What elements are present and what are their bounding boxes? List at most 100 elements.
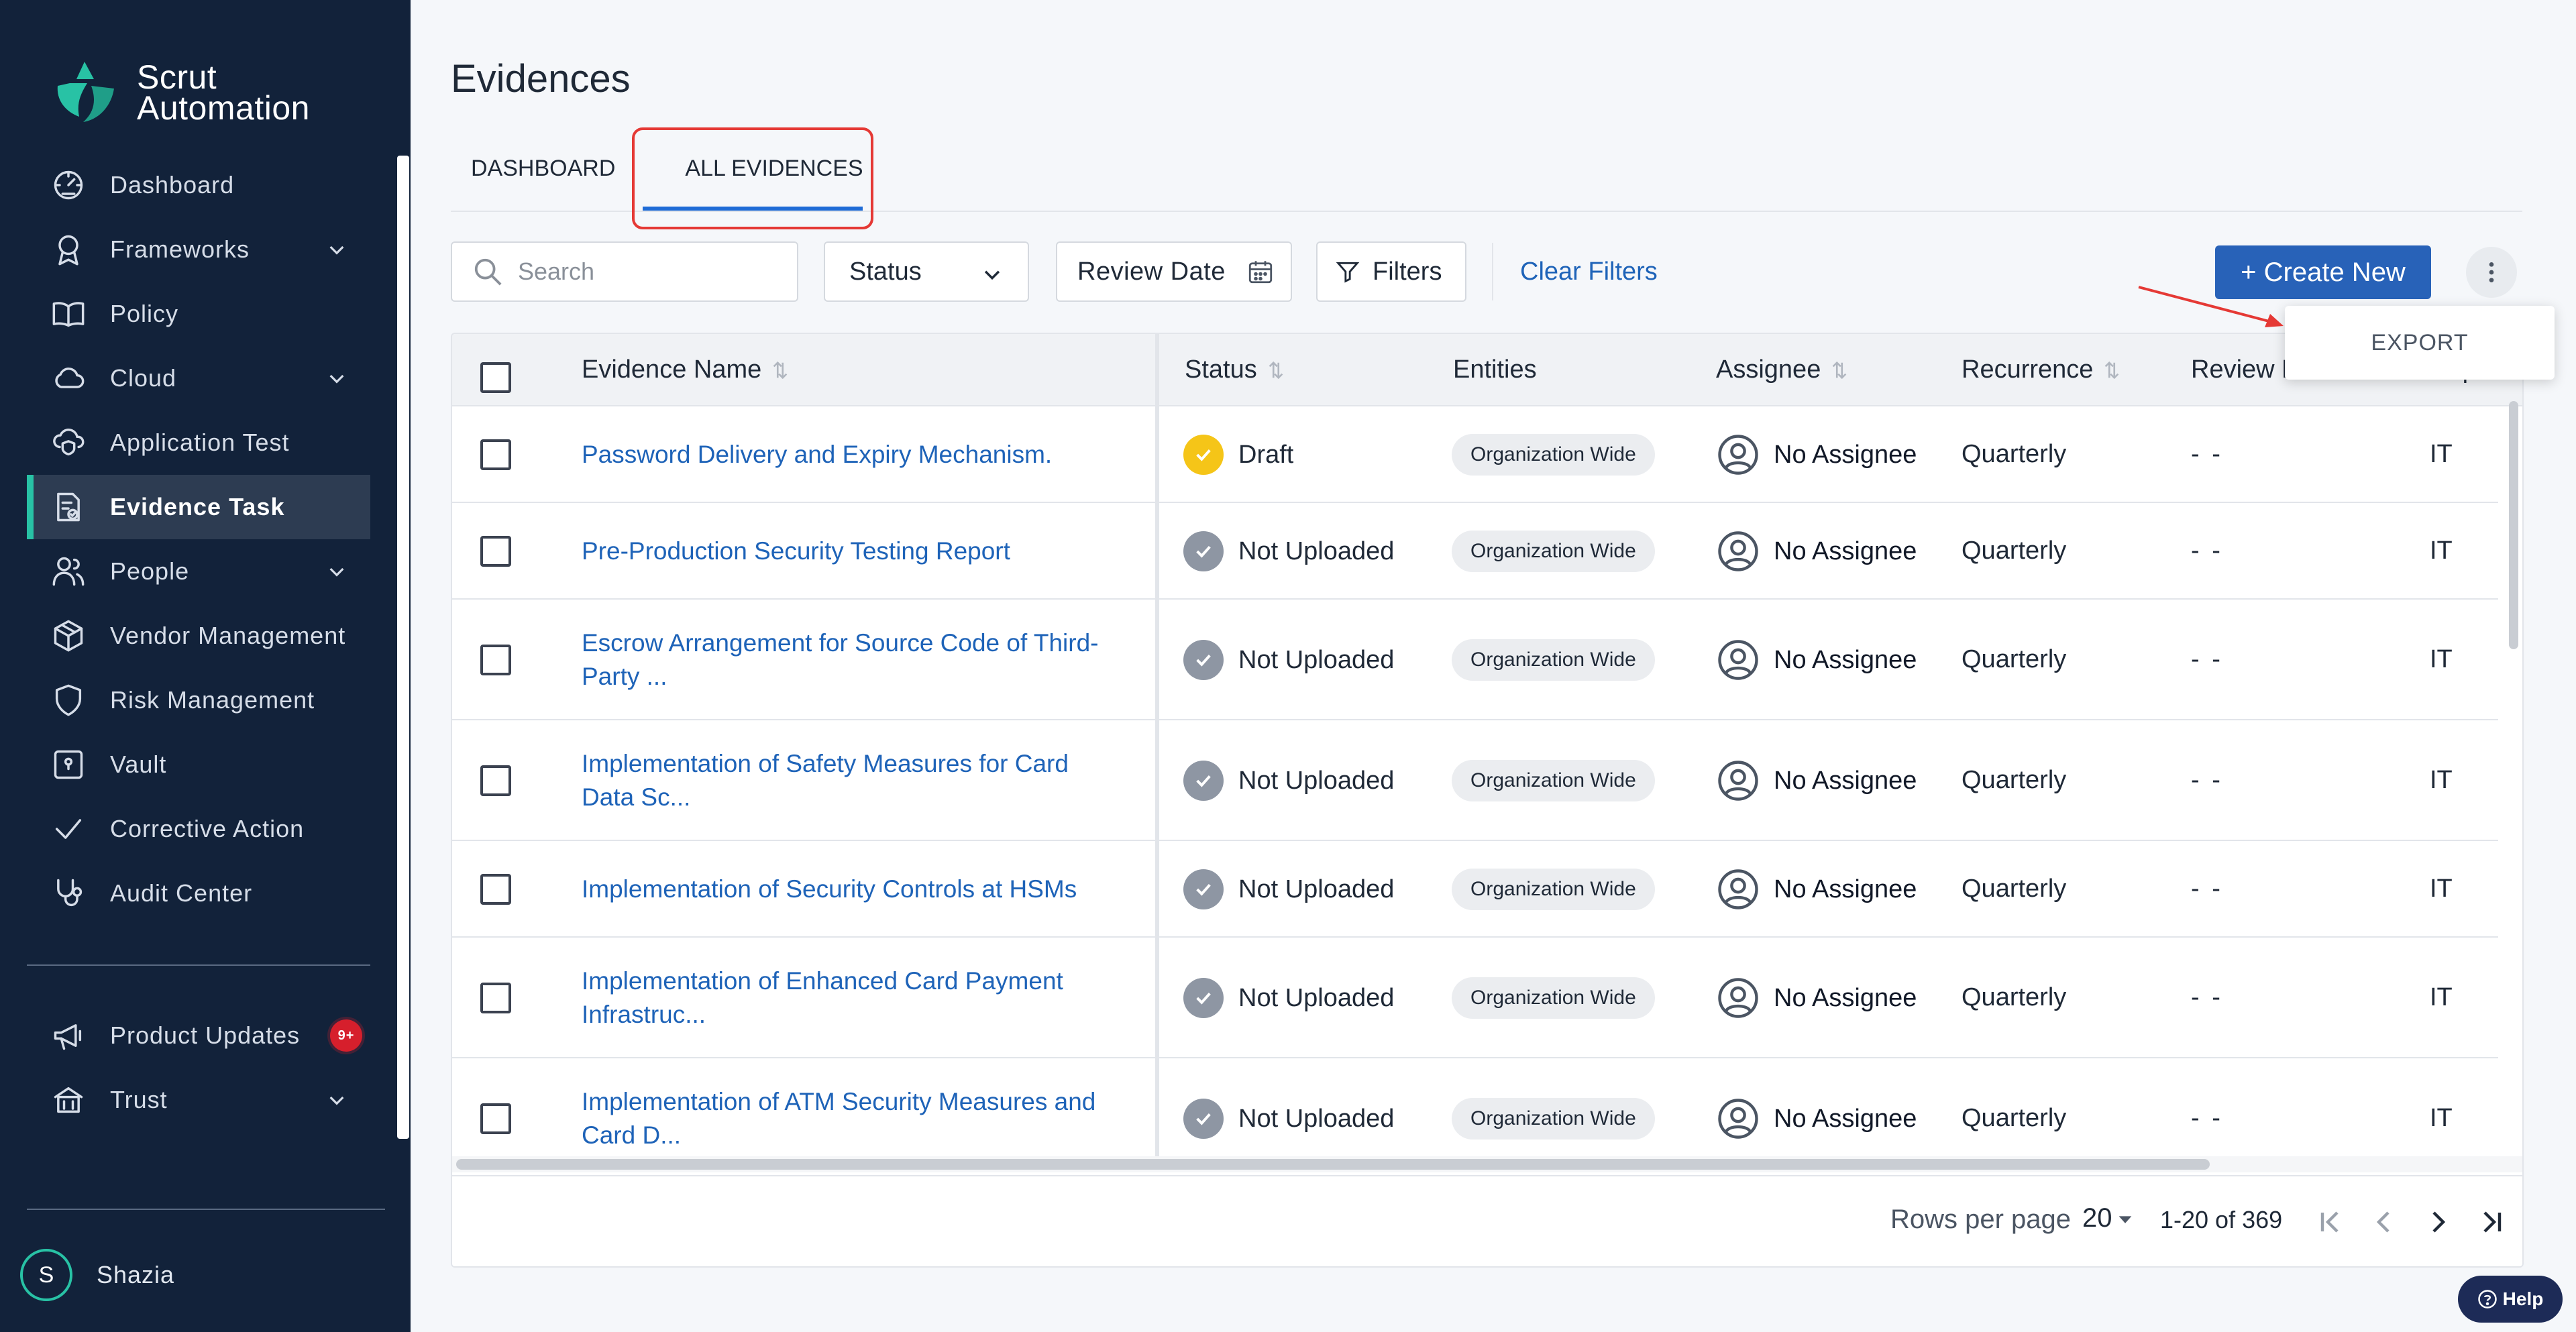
row-checkbox[interactable] bbox=[480, 983, 511, 1013]
evidence-name-link[interactable]: Implementation of Safety Measures for Ca… bbox=[582, 747, 1118, 814]
sidebar-item-label: Vault bbox=[110, 751, 167, 778]
review-date-cell: - - bbox=[2191, 875, 2223, 903]
first-page-icon[interactable] bbox=[2314, 1206, 2347, 1238]
table-row[interactable]: Password Delivery and Expiry Mechanism. D… bbox=[452, 406, 2498, 503]
assignee-cell[interactable]: No Assignee bbox=[1716, 759, 1917, 803]
sidebar-item-vault[interactable]: Vault bbox=[27, 732, 370, 797]
filters-button[interactable]: Filters bbox=[1316, 241, 1466, 302]
row-checkbox[interactable] bbox=[480, 536, 511, 567]
sidebar-item-frameworks[interactable]: Frameworks bbox=[27, 217, 370, 282]
megaphone-icon-wrapper bbox=[51, 1018, 86, 1053]
table-row[interactable]: Escrow Arrangement for Source Code of Th… bbox=[452, 600, 2498, 720]
open-book-icon-wrapper bbox=[51, 296, 86, 331]
row-checkbox[interactable] bbox=[480, 1103, 511, 1134]
cloud-icon bbox=[55, 368, 85, 388]
column-header-recurrence[interactable]: Recurrence bbox=[1962, 355, 2120, 384]
assignee-cell[interactable]: No Assignee bbox=[1716, 638, 1917, 682]
evidence-name-link[interactable]: Escrow Arrangement for Source Code of Th… bbox=[582, 626, 1118, 693]
search-box[interactable] bbox=[451, 241, 798, 302]
assignee-cell[interactable]: No Assignee bbox=[1716, 867, 1917, 911]
pinned-column-divider bbox=[1155, 334, 1159, 1156]
column-header-status[interactable]: Status bbox=[1185, 355, 1284, 384]
filter-funnel-icon bbox=[1336, 262, 1360, 283]
pagination-bar: Rows per page 20 1-20 of 369 bbox=[452, 1175, 2522, 1266]
people-icon-wrapper bbox=[51, 554, 86, 589]
sidebar-item-trust[interactable]: Trust bbox=[27, 1068, 370, 1132]
column-header-label: Entities bbox=[1453, 355, 1537, 384]
status-cell: Not Uploaded bbox=[1183, 640, 1394, 680]
department-cell: IT bbox=[2430, 440, 2453, 468]
annotation-arrow-icon bbox=[2138, 286, 2284, 327]
brand-logo[interactable]: Scrut Automation bbox=[50, 59, 310, 126]
assignee-cell[interactable]: No Assignee bbox=[1716, 976, 1917, 1020]
check-icon bbox=[1196, 775, 1211, 787]
sidebar-item-label: Product Updates bbox=[110, 1021, 301, 1049]
table-vertical-scrollbar[interactable] bbox=[2509, 401, 2518, 649]
row-checkbox[interactable] bbox=[480, 645, 511, 675]
sidebar-item-dashboard[interactable]: Dashboard bbox=[27, 153, 370, 217]
column-header-label: Assignee bbox=[1716, 355, 1821, 384]
assignee-cell[interactable]: No Assignee bbox=[1716, 529, 1917, 573]
evidence-name-link[interactable]: Implementation of Security Controls at H… bbox=[582, 873, 1118, 906]
sidebar-scrollbar[interactable] bbox=[397, 156, 409, 1139]
sidebar-item-corrective-action[interactable]: Corrective Action bbox=[27, 797, 370, 861]
evidence-name-link[interactable]: Implementation of Enhanced Card Payment … bbox=[582, 964, 1118, 1032]
sidebar-item-risk-management[interactable]: Risk Management bbox=[27, 668, 370, 732]
user-profile[interactable]: S Shazia bbox=[20, 1249, 174, 1301]
row-checkbox[interactable] bbox=[480, 765, 511, 796]
next-page-icon[interactable] bbox=[2422, 1206, 2454, 1238]
select-all-checkbox[interactable] bbox=[480, 362, 511, 393]
caret-down-icon[interactable] bbox=[2116, 1210, 2135, 1229]
user-circle-icon bbox=[1718, 531, 1758, 571]
recurrence-cell: Quarterly bbox=[1962, 983, 2067, 1011]
sidebar-item-product-updates[interactable]: Product Updates 9+ bbox=[27, 1003, 370, 1068]
tab-dashboard[interactable]: DASHBOARD bbox=[471, 156, 615, 182]
previous-page-icon[interactable] bbox=[2368, 1206, 2400, 1238]
table-horizontal-scrollbar[interactable] bbox=[456, 1159, 2210, 1170]
dashboard-gauge-icon-wrapper bbox=[51, 168, 86, 203]
sidebar-item-audit-center[interactable]: Audit Center bbox=[27, 861, 370, 926]
page-title: Evidences bbox=[451, 57, 631, 101]
export-menu-item[interactable]: EXPORT bbox=[2371, 330, 2468, 356]
table-row[interactable]: Pre-Production Security Testing Report No… bbox=[452, 503, 2498, 600]
evidence-name-link[interactable]: Implementation of ATM Security Measures … bbox=[582, 1085, 1118, 1152]
row-checkbox[interactable] bbox=[480, 439, 511, 470]
sidebar-item-people[interactable]: People bbox=[27, 539, 370, 604]
search-input[interactable] bbox=[518, 258, 786, 286]
sidebar-item-evidence-task[interactable]: Evidence Task bbox=[27, 475, 370, 539]
sidebar-nav: Dashboard Frameworks Policy Cloud Applicatio… bbox=[27, 153, 370, 926]
column-header-entities: Entities bbox=[1453, 355, 1537, 384]
evidence-name-link[interactable]: Pre-Production Security Testing Report bbox=[582, 535, 1118, 568]
assignee-cell[interactable]: No Assignee bbox=[1716, 433, 1917, 477]
entity-chip: Organization Wide bbox=[1452, 531, 1655, 572]
status-label: Not Uploaded bbox=[1238, 1104, 1395, 1133]
cloud-icon-wrapper bbox=[51, 361, 86, 396]
column-header-assignee[interactable]: Assignee bbox=[1716, 355, 1847, 384]
review-date-picker[interactable]: Review Date bbox=[1056, 241, 1292, 302]
sidebar-item-label: Application Test bbox=[110, 429, 290, 456]
status-label: Not Uploaded bbox=[1238, 875, 1395, 903]
table-row[interactable]: Implementation of Safety Measures for Ca… bbox=[452, 720, 2498, 841]
award-ribbon-icon-wrapper bbox=[51, 232, 86, 267]
table-row[interactable]: Implementation of Enhanced Card Payment … bbox=[452, 938, 2498, 1058]
status-dropdown[interactable]: Status bbox=[824, 241, 1029, 302]
review-date-cell: - - bbox=[2191, 983, 2223, 1011]
sidebar-item-policy[interactable]: Policy bbox=[27, 282, 370, 346]
sidebar-item-application-test[interactable]: Application Test bbox=[27, 410, 370, 475]
brand-name: Scrut Automation bbox=[137, 58, 310, 127]
assignee-cell[interactable]: No Assignee bbox=[1716, 1097, 1917, 1141]
search-icon bbox=[474, 258, 502, 286]
table-row[interactable]: Implementation of Security Controls at H… bbox=[452, 841, 2498, 938]
column-header-evidence-name[interactable]: Evidence Name bbox=[582, 355, 788, 384]
sidebar-item-cloud[interactable]: Cloud bbox=[27, 346, 370, 410]
more-options-button[interactable] bbox=[2466, 247, 2517, 298]
evidences-table: Evidence Name Status Entities Assignee R… bbox=[451, 333, 2524, 1268]
last-page-icon[interactable] bbox=[2475, 1206, 2508, 1238]
help-button[interactable]: Help bbox=[2458, 1276, 2563, 1323]
sidebar-item-vendor-management[interactable]: Vendor Management bbox=[27, 604, 370, 668]
row-checkbox[interactable] bbox=[480, 874, 511, 905]
evidence-doc-icon bbox=[57, 492, 80, 522]
rows-per-page-select[interactable]: 20 bbox=[2082, 1203, 2112, 1233]
evidence-name-link[interactable]: Password Delivery and Expiry Mechanism. bbox=[582, 438, 1118, 471]
clear-filters-link[interactable]: Clear Filters bbox=[1520, 258, 1658, 286]
